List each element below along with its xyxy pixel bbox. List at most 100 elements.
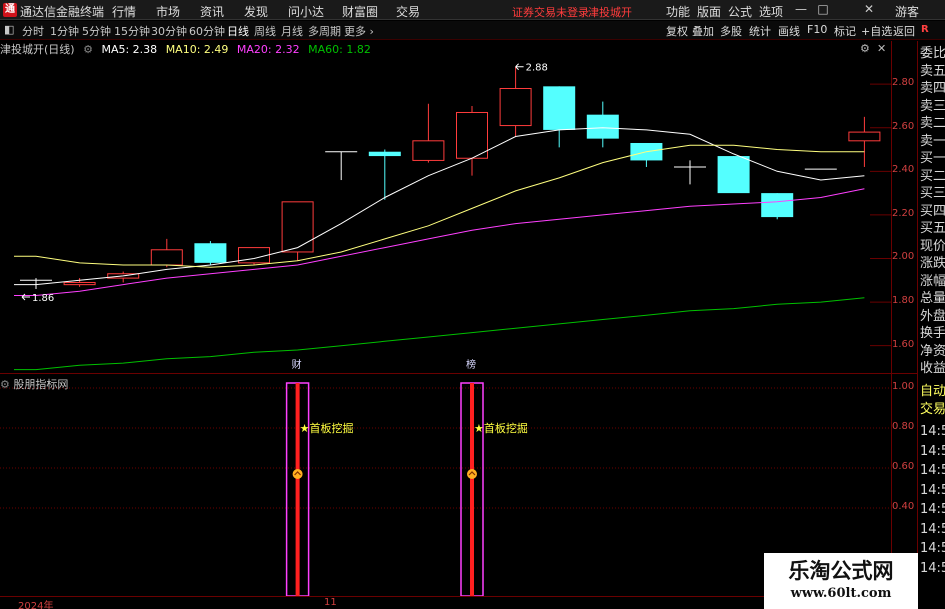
adjust-button[interactable]: 复权 <box>666 23 688 39</box>
menu-formula[interactable]: 公式 <box>728 3 752 20</box>
signal-bar <box>470 383 474 596</box>
minimize-icon[interactable]: — <box>794 2 808 16</box>
indicator-tick-label: 0.60 <box>892 461 915 472</box>
candle-body <box>63 281 96 286</box>
date-label-month: 11 <box>324 597 337 608</box>
quote-label: 14:5 <box>920 424 945 439</box>
quote-label: 收益 <box>920 361 945 376</box>
event-marker: 榜 <box>466 358 476 371</box>
menu-options[interactable]: 选项 <box>759 3 783 20</box>
back-button[interactable]: 返回 <box>893 23 915 39</box>
close-icon[interactable]: ✕ <box>862 2 876 16</box>
overlay-button[interactable]: 叠加 <box>692 23 714 39</box>
chart-close-icon[interactable]: ✕ <box>877 42 889 55</box>
candle-body <box>456 111 488 159</box>
quote-label: 净资 <box>920 343 945 359</box>
period-more[interactable]: 更多 › <box>344 23 374 39</box>
quote-label: 14:5 <box>920 541 945 556</box>
candle-body <box>194 243 227 263</box>
period-60min[interactable]: 60分钟 <box>189 23 225 39</box>
period-30min[interactable]: 30分钟 <box>151 23 187 39</box>
ma20-label: MA20: 2.32 <box>236 43 300 56</box>
quote-label: 涨幅 <box>920 273 945 289</box>
candle-body <box>150 249 183 266</box>
period-monthly[interactable]: 月线 <box>281 23 303 39</box>
signal-label: ★首板挖掘 <box>474 421 528 435</box>
period-5min[interactable]: 5分钟 <box>82 23 111 39</box>
quote-label: 买二 <box>920 168 945 184</box>
ma5-label: MA5: 2.38 <box>101 43 158 56</box>
ma-line-ma60 <box>14 297 865 371</box>
panel-toggle-icon[interactable]: ◧ <box>4 23 14 36</box>
period-weekly[interactable]: 周线 <box>254 23 276 39</box>
quote-label: 14:5 <box>920 521 945 537</box>
f10-button[interactable]: F10 <box>807 23 827 36</box>
price-tick-label: 2.40 <box>892 164 915 176</box>
quote-panel: 委比 卖五 卖四 卖三 卖二 卖一 买一 买二 买三 买四 买五 现价 涨跌 涨幅 总量 外盘 换手 净资 收益 自动… <box>918 41 945 609</box>
quote-label: 买一 <box>920 151 945 166</box>
menu-market[interactable]: 市场 <box>156 3 180 20</box>
period-15min[interactable]: 15分钟 <box>114 23 150 39</box>
quote-label: 买五 <box>920 221 945 236</box>
low-arrow <box>21 293 30 301</box>
quote-label: 14:5 <box>920 443 945 459</box>
quote-label: 14:5 <box>920 560 945 576</box>
candle-body <box>586 114 619 139</box>
candle-body <box>848 131 881 142</box>
signal-dot <box>467 469 477 479</box>
add-watchlist-button[interactable]: +自选 <box>861 23 892 39</box>
quote-label: 外盘 <box>920 308 945 324</box>
quote-label: 14:5 <box>920 482 945 498</box>
menu-quotes[interactable]: 行情 <box>112 3 136 20</box>
quote-label: 买三 <box>920 186 945 201</box>
signal-bar <box>295 383 300 596</box>
quote-label: 自动 <box>920 384 945 399</box>
kline-chart[interactable]: 2.88 1.86 财 榜 <box>0 58 892 374</box>
multi-stock-button[interactable]: 多股 <box>720 23 742 39</box>
ma60-label: MA60: 1.82 <box>308 43 371 56</box>
menu-discover[interactable]: 发现 <box>244 3 268 20</box>
menu-layout[interactable]: 版面 <box>697 3 721 20</box>
candle-body <box>499 88 532 127</box>
menu-news[interactable]: 资讯 <box>200 3 224 20</box>
quote-label: 交易 <box>920 401 945 417</box>
event-marker: 财 <box>292 358 302 371</box>
period-1min[interactable]: 1分钟 <box>50 23 79 39</box>
chart-settings-icon[interactable]: ⚙ <box>83 43 93 56</box>
menu-functions[interactable]: 功能 <box>666 3 690 20</box>
menu-trade[interactable]: 交易 <box>396 3 420 20</box>
period-tick[interactable]: 分时 <box>22 23 44 39</box>
chart-tools-icon[interactable]: ⚙ <box>860 42 872 55</box>
app-title: 通达信金融终端 <box>20 5 105 19</box>
watermark-title: 乐淘公式网 <box>788 559 894 583</box>
chart-header: 津投城开(日线) ⚙ MA5: 2.38 MA10: 2.49 MA20: 2.… <box>0 41 376 57</box>
period-daily[interactable]: 日线 <box>227 23 249 39</box>
price-tick-label: 1.80 <box>892 295 915 307</box>
signal-dot <box>292 469 303 479</box>
quote-label: 卖二 <box>920 116 945 131</box>
chart-divider <box>0 373 918 374</box>
menu-assistant[interactable]: 问小达 <box>288 3 324 20</box>
indicator-chart[interactable]: ★首板挖掘 ★首板挖掘 <box>0 378 892 596</box>
chart-stock-label: 津投城开(日线) <box>0 43 75 56</box>
period-multi[interactable]: 多周期 <box>308 23 341 39</box>
candle-body <box>281 201 314 253</box>
app-logo-icon: 通 <box>3 3 17 17</box>
login-status[interactable]: 证券交易未登录 <box>512 4 589 20</box>
draw-line-button[interactable]: 画线 <box>778 23 800 39</box>
sidebar-toggle-icon[interactable]: R <box>921 24 933 36</box>
mark-button[interactable]: 标记 <box>834 23 856 39</box>
watermark-url: www.60lt.com <box>790 586 892 601</box>
statistics-button[interactable]: 统计 <box>749 23 771 39</box>
price-tick-label: 2.00 <box>892 251 915 263</box>
menu-wealth[interactable]: 财富圈 <box>342 3 378 20</box>
menu-guest[interactable]: 游客 <box>895 3 919 20</box>
current-stock: 津投城开 <box>588 6 632 19</box>
quote-label: 现价 <box>920 238 945 254</box>
high-price-label: 2.88 <box>526 63 548 74</box>
quote-label: 委比 <box>920 46 945 61</box>
watermark: 乐淘公式网 www.60lt.com <box>764 553 918 609</box>
candle-body <box>761 193 794 218</box>
maximize-icon[interactable]: □ <box>816 2 830 16</box>
signal-label: ★首板挖掘 <box>300 421 354 435</box>
